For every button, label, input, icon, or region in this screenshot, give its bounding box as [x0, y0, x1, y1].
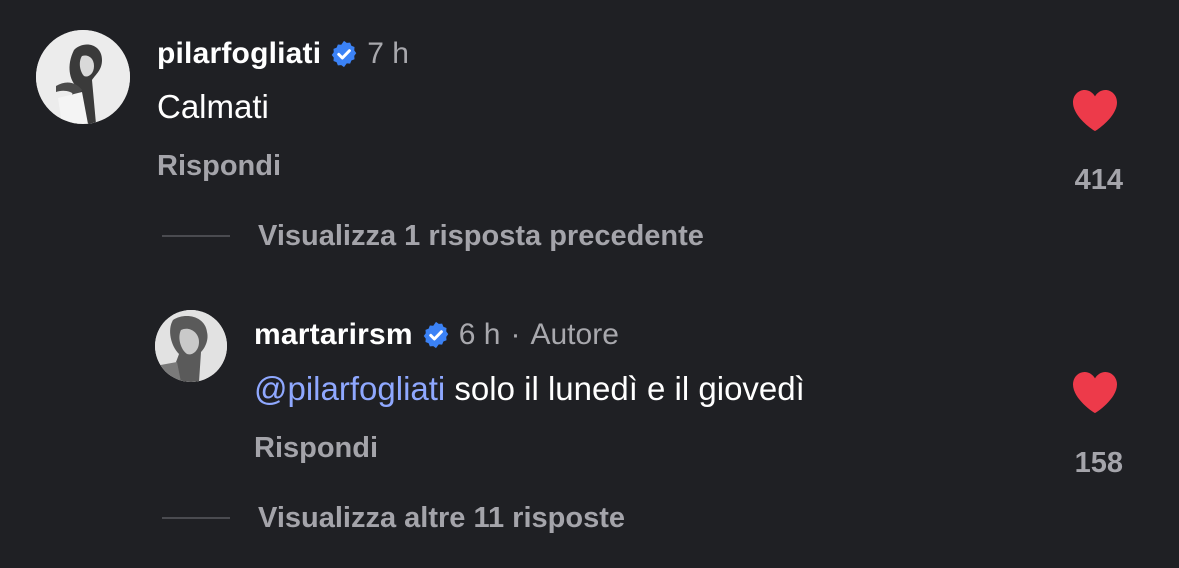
like-count: 158 — [1074, 447, 1123, 479]
divider-line — [162, 517, 230, 519]
verified-badge-icon — [421, 320, 451, 350]
divider-line — [162, 235, 230, 237]
username[interactable]: pilarfogliati — [157, 37, 321, 71]
comment-header: martarirsm 6 h · Autore — [254, 315, 619, 355]
mention-link[interactable]: @pilarfogliati — [254, 370, 445, 407]
view-more-label: Visualizza altre 11 risposte — [258, 501, 625, 534]
comment-body: solo il lunedì e il giovedì — [454, 370, 805, 407]
comment-header: pilarfogliati 7 h — [157, 34, 409, 74]
view-previous-label: Visualizza 1 risposta precedente — [258, 219, 704, 252]
comment-text: Calmati — [157, 88, 269, 126]
reply-button[interactable]: Rispondi — [254, 432, 378, 465]
verified-badge-icon — [329, 39, 359, 69]
reply-button[interactable]: Rispondi — [157, 150, 281, 183]
avatar[interactable] — [155, 310, 227, 382]
timestamp: 7 h — [367, 37, 409, 70]
heart-icon[interactable] — [1071, 88, 1119, 132]
like-count: 414 — [1074, 164, 1123, 196]
avatar[interactable] — [36, 30, 130, 124]
view-more-replies-button[interactable]: Visualizza altre 11 risposte — [162, 498, 625, 538]
timestamp: 6 h — [458, 318, 501, 351]
comment-body: Calmati — [157, 88, 269, 125]
view-previous-replies-button[interactable]: Visualizza 1 risposta precedente — [162, 216, 704, 256]
separator-dot: · — [510, 318, 521, 351]
author-badge: Autore — [530, 318, 619, 351]
username[interactable]: martarirsm — [254, 318, 413, 352]
heart-icon[interactable] — [1071, 370, 1119, 414]
comment-text: @pilarfogliati solo il lunedì e il giove… — [254, 370, 805, 408]
